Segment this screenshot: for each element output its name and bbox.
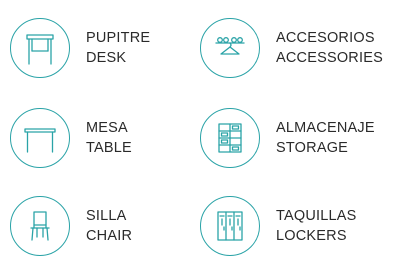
category-label-en: DESK: [86, 50, 127, 66]
category-label-es: ALMACENAJE: [276, 120, 375, 136]
category-table[interactable]: MESA TABLE: [10, 108, 132, 168]
category-grid: PUPITRE DESK ACCESORIOS ACCESSORIES MESA…: [0, 0, 394, 256]
desk-icon: [26, 34, 54, 65]
category-chair[interactable]: SILLA CHAIR: [10, 196, 132, 256]
category-storage[interactable]: ALMACENAJE STORAGE: [200, 108, 375, 168]
category-label-es: ACCESORIOS: [276, 30, 375, 46]
category-label-es: SILLA: [86, 208, 127, 224]
storage-icon-circle: [200, 108, 260, 168]
table-icon: [24, 128, 56, 153]
accessories-icon-circle: [200, 18, 260, 78]
table-icon-circle: [10, 108, 70, 168]
chair-icon: [30, 211, 50, 241]
category-label-es: PUPITRE: [86, 30, 151, 46]
category-label-en: TABLE: [86, 140, 132, 156]
lockers-icon-circle: [200, 196, 260, 256]
category-label-en: ACCESSORIES: [276, 50, 383, 66]
category-desk[interactable]: PUPITRE DESK: [10, 18, 150, 78]
accessories-icon: [215, 37, 245, 55]
storage-icon: [218, 123, 242, 153]
category-label-en: LOCKERS: [276, 228, 347, 244]
category-label-es: TAQUILLAS: [276, 208, 357, 224]
category-label-en: STORAGE: [276, 140, 349, 156]
category-label-es: MESA: [86, 120, 128, 136]
desk-icon-circle: [10, 18, 70, 78]
category-label-en: CHAIR: [86, 228, 133, 244]
category-lockers[interactable]: TAQUILLAS LOCKERS: [200, 196, 357, 256]
category-accessories[interactable]: ACCESORIOS ACCESSORIES: [200, 18, 383, 78]
lockers-icon: [217, 211, 243, 241]
chair-icon-circle: [10, 196, 70, 256]
